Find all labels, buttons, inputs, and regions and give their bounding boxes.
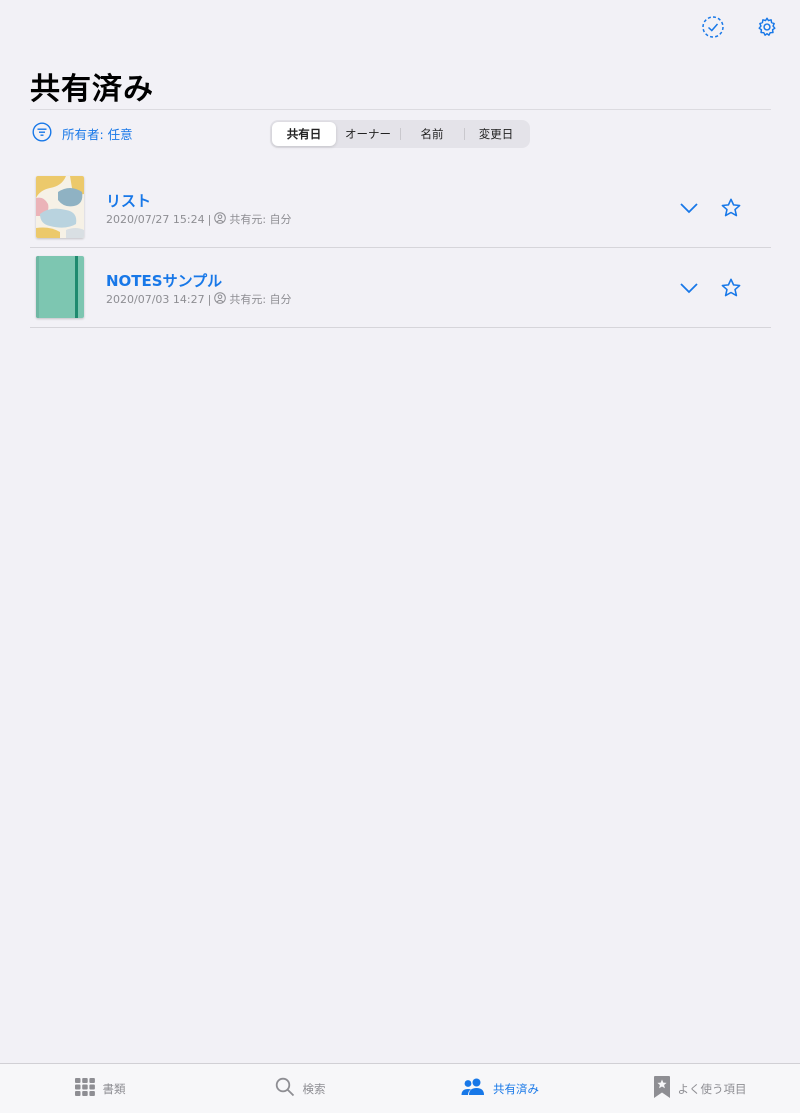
owner-filter-button[interactable]: 所有者: 任意 bbox=[32, 122, 133, 145]
people-icon bbox=[461, 1078, 485, 1099]
tab-search-label: 検索 bbox=[302, 1081, 326, 1096]
row-actions bbox=[677, 196, 743, 220]
shared-from-text: 共有元: 自分 bbox=[229, 213, 292, 226]
tab-documents-label: 書類 bbox=[102, 1081, 126, 1096]
owner-filter-label: 所有者: 任意 bbox=[62, 127, 133, 142]
shared-person-icon bbox=[214, 291, 227, 307]
bottom-tab-bar: 書類 検索 共有済み よく使う項目 bbox=[0, 1063, 800, 1113]
sort-tab-owner[interactable]: オーナー bbox=[336, 122, 400, 146]
grid-icon bbox=[74, 1078, 95, 1099]
tab-shared[interactable]: 共有済み bbox=[400, 1064, 600, 1113]
tab-shared-label: 共有済み bbox=[493, 1081, 539, 1096]
list-item[interactable]: NOTESサンプル 2020/07/03 14:27 | 共有元: 自分 bbox=[30, 248, 771, 328]
star-icon[interactable] bbox=[719, 276, 743, 300]
shared-documents-list: リスト 2020/07/27 15:24 | 共有元: 自分 NOTESサンプル… bbox=[30, 168, 771, 328]
page-title: 共有済み bbox=[30, 72, 154, 107]
chevron-down-icon[interactable] bbox=[677, 276, 701, 300]
tab-search[interactable]: 検索 bbox=[200, 1064, 400, 1113]
row-actions bbox=[677, 276, 743, 300]
sort-tab-name[interactable]: 名前 bbox=[400, 122, 464, 146]
shared-person-icon bbox=[214, 211, 227, 227]
abstract-pastel-cover-thumbnail bbox=[36, 176, 84, 238]
list-item[interactable]: リスト 2020/07/27 15:24 | 共有元: 自分 bbox=[30, 168, 771, 248]
bookmark-star-icon bbox=[653, 1076, 670, 1101]
document-title: NOTESサンプル bbox=[106, 272, 223, 290]
tab-favorites-label: よく使う項目 bbox=[677, 1081, 747, 1096]
document-date: 2020/07/27 15:24 bbox=[106, 212, 205, 226]
document-title: リスト bbox=[106, 192, 152, 210]
document-date: 2020/07/03 14:27 bbox=[106, 292, 205, 306]
sort-tab-shared-date[interactable]: 共有日 bbox=[272, 122, 336, 146]
meta-separator: | bbox=[207, 292, 212, 306]
document-meta: 2020/07/03 14:27 | 共有元: 自分 bbox=[106, 291, 292, 307]
document-meta: 2020/07/27 15:24 | 共有元: 自分 bbox=[106, 211, 292, 227]
top-toolbar bbox=[700, 14, 780, 40]
title-divider bbox=[30, 109, 771, 110]
star-icon[interactable] bbox=[719, 196, 743, 220]
search-icon bbox=[275, 1077, 295, 1100]
select-check-icon[interactable] bbox=[700, 14, 726, 40]
shared-from-text: 共有元: 自分 bbox=[229, 293, 292, 306]
tab-favorites[interactable]: よく使う項目 bbox=[600, 1064, 800, 1113]
sort-segmented-control: 共有日 オーナー 名前 変更日 bbox=[270, 120, 530, 148]
teal-notebook-cover-thumbnail bbox=[36, 256, 84, 318]
tab-documents[interactable]: 書類 bbox=[0, 1064, 200, 1113]
sort-tab-modified-date[interactable]: 変更日 bbox=[464, 122, 528, 146]
meta-separator: | bbox=[207, 212, 212, 226]
chevron-down-icon[interactable] bbox=[677, 196, 701, 220]
gear-icon[interactable] bbox=[754, 14, 780, 40]
filter-lines-icon bbox=[32, 122, 52, 145]
